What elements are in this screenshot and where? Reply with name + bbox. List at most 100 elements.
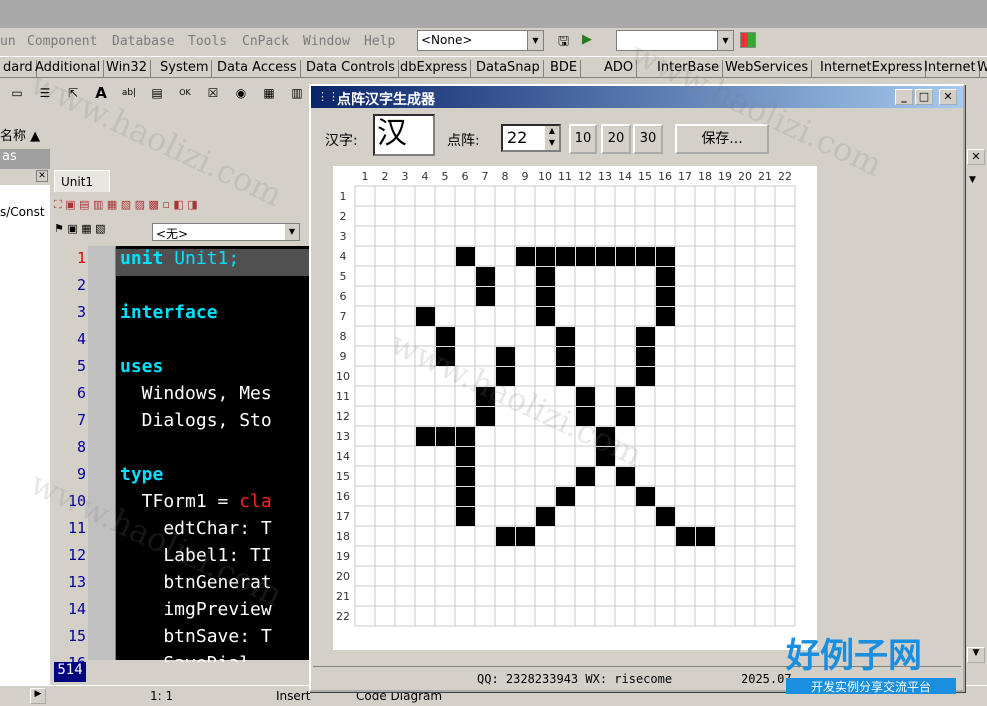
- object-treeview-panel: 名称 ▲ as ✕ s/Const: [0, 107, 50, 687]
- debug-desktop-icon[interactable]: ▶: [582, 32, 600, 50]
- menu-tools[interactable]: Tools: [188, 34, 227, 49]
- code-line[interactable]: btnSave: T: [120, 626, 272, 647]
- edit-icon[interactable]: ab|: [119, 83, 139, 103]
- tab-data-access[interactable]: Data Access: [214, 60, 301, 77]
- tab-bde[interactable]: BDE: [547, 60, 582, 77]
- toolbar-icon-row-2[interactable]: ⚑ ▣ ▦ ▧: [54, 222, 106, 235]
- preset-30-button[interactable]: 30: [633, 124, 663, 154]
- tab-datasnap[interactable]: DataSnap: [473, 60, 544, 77]
- code-line[interactable]: type: [120, 464, 163, 485]
- preset-20-button[interactable]: 20: [601, 124, 631, 154]
- chevron-down-icon[interactable]: ▼: [717, 31, 733, 50]
- breakpoint-gutter[interactable]: [88, 246, 116, 660]
- filled-dot: [616, 387, 635, 406]
- dialog-title-bar[interactable]: ⋮⋮ 点阵汉字生成器 _ □ ✕: [311, 86, 963, 108]
- code-line[interactable]: TForm1 = cla: [120, 491, 272, 512]
- filled-dot: [476, 267, 495, 286]
- row-number: 4: [340, 250, 347, 263]
- chevron-down-icon[interactable]: ▼: [285, 224, 299, 240]
- popup-menu-icon[interactable]: ⇱: [63, 83, 83, 103]
- tree-header[interactable]: 名称 ▲: [0, 125, 50, 144]
- row-number: 12: [336, 410, 350, 423]
- close-icon[interactable]: ✕: [967, 149, 985, 165]
- chevron-down-icon[interactable]: ▼: [527, 31, 543, 50]
- code-line[interactable]: Windows, Mes: [120, 383, 272, 404]
- menu-database[interactable]: Database: [112, 34, 175, 49]
- spin-up-icon[interactable]: ▲: [545, 126, 559, 138]
- menu-component[interactable]: Component: [27, 34, 97, 49]
- frame-icon[interactable]: ▭: [7, 83, 27, 103]
- tab-webservices[interactable]: WebServices: [722, 60, 813, 77]
- label-icon[interactable]: A: [91, 83, 111, 103]
- filled-dot: [536, 307, 555, 326]
- tab-internet[interactable]: Internet: [921, 60, 980, 77]
- combobox-icon[interactable]: ▥: [287, 83, 307, 103]
- tab-ado[interactable]: ADO: [601, 60, 638, 77]
- menu-run[interactable]: un: [0, 34, 16, 49]
- minimize-icon[interactable]: _: [895, 89, 913, 105]
- menu-help[interactable]: Help: [364, 34, 395, 49]
- tab-win32[interactable]: Win32: [103, 60, 151, 77]
- code-line[interactable]: interface: [120, 302, 218, 323]
- column-number: 4: [422, 170, 429, 183]
- editor-hscroll[interactable]: [88, 662, 312, 682]
- filled-dot: [456, 427, 475, 446]
- size-spin[interactable]: 22 ▲ ▼: [501, 124, 561, 152]
- preset-10-button[interactable]: 10: [569, 124, 597, 154]
- row-number: 13: [336, 430, 350, 443]
- tab-additional[interactable]: Additional: [32, 60, 105, 77]
- tab-data-controls[interactable]: Data Controls: [303, 60, 399, 77]
- inspector-list: s/Const: [0, 185, 50, 685]
- close-icon[interactable]: ✕: [36, 170, 48, 182]
- save-desktop-icon[interactable]: 🖫: [558, 32, 576, 50]
- spin-down-icon[interactable]: ▼: [545, 138, 559, 150]
- method-combo[interactable]: <无> ▼: [152, 223, 300, 241]
- code-line[interactable]: uses: [120, 356, 163, 377]
- code-line[interactable]: imgPreview: [120, 599, 271, 620]
- code-line[interactable]: Dialogs, Sto: [120, 410, 272, 431]
- tab-dbexpress[interactable]: dbExpress: [397, 60, 472, 77]
- filled-dot: [556, 487, 575, 506]
- chevron-down-icon[interactable]: ▼: [969, 175, 976, 185]
- inspector-item[interactable]: s/Const: [0, 185, 50, 219]
- code-line[interactable]: edtChar: T: [120, 518, 271, 539]
- scroll-down-icon[interactable]: ▼: [967, 647, 985, 663]
- code-text: btnSave: T: [120, 626, 272, 647]
- code-line[interactable]: Label1: TI: [120, 545, 271, 566]
- listbox-icon[interactable]: ▦: [259, 83, 279, 103]
- desktop-combo[interactable]: <None> ▼: [417, 30, 544, 51]
- filled-dot: [596, 447, 615, 466]
- filled-dot: [656, 247, 675, 266]
- tab-more[interactable]: W: [974, 60, 987, 77]
- radio-icon[interactable]: ◉: [231, 83, 251, 103]
- char-input[interactable]: 汉: [373, 114, 435, 156]
- code-line[interactable]: btnGenerat: [120, 572, 271, 593]
- filled-dot: [556, 327, 575, 346]
- filled-dot: [596, 247, 615, 266]
- scroll-right-icon[interactable]: ▶: [30, 688, 46, 704]
- toolbar-icon-row[interactable]: ⛶ ▣ ▤ ▥ ▦ ▧ ▨ ▩ ▫ ◧ ◨: [54, 198, 198, 211]
- button-icon[interactable]: OK: [175, 83, 195, 103]
- filled-dot: [576, 387, 595, 406]
- column-number: 12: [578, 170, 592, 183]
- tab-interbase[interactable]: InterBase: [654, 60, 724, 77]
- row-number: 17: [336, 510, 350, 523]
- component-combo[interactable]: ▼: [616, 30, 734, 51]
- menu-window[interactable]: Window: [303, 34, 350, 49]
- column-number: 6: [462, 170, 469, 183]
- memo-icon[interactable]: ▤: [147, 83, 167, 103]
- tab-system[interactable]: System: [157, 60, 213, 77]
- save-button[interactable]: 保存...: [675, 124, 769, 154]
- column-number: 11: [558, 170, 572, 183]
- maximize-icon[interactable]: □: [915, 89, 933, 105]
- close-icon[interactable]: ✕: [939, 89, 957, 105]
- filled-dot: [656, 507, 675, 526]
- code-line[interactable]: unit Unit1;: [120, 248, 239, 269]
- filled-dot: [656, 307, 675, 326]
- editor-tab-unit1[interactable]: Unit1: [54, 170, 110, 192]
- checkbox-icon[interactable]: ☒: [203, 83, 223, 103]
- tab-internetexpress[interactable]: InternetExpress: [817, 60, 927, 77]
- main-menu-icon[interactable]: ☰: [35, 83, 55, 103]
- menu-cnpack[interactable]: CnPack: [242, 34, 289, 49]
- line-number: 15: [67, 627, 86, 645]
